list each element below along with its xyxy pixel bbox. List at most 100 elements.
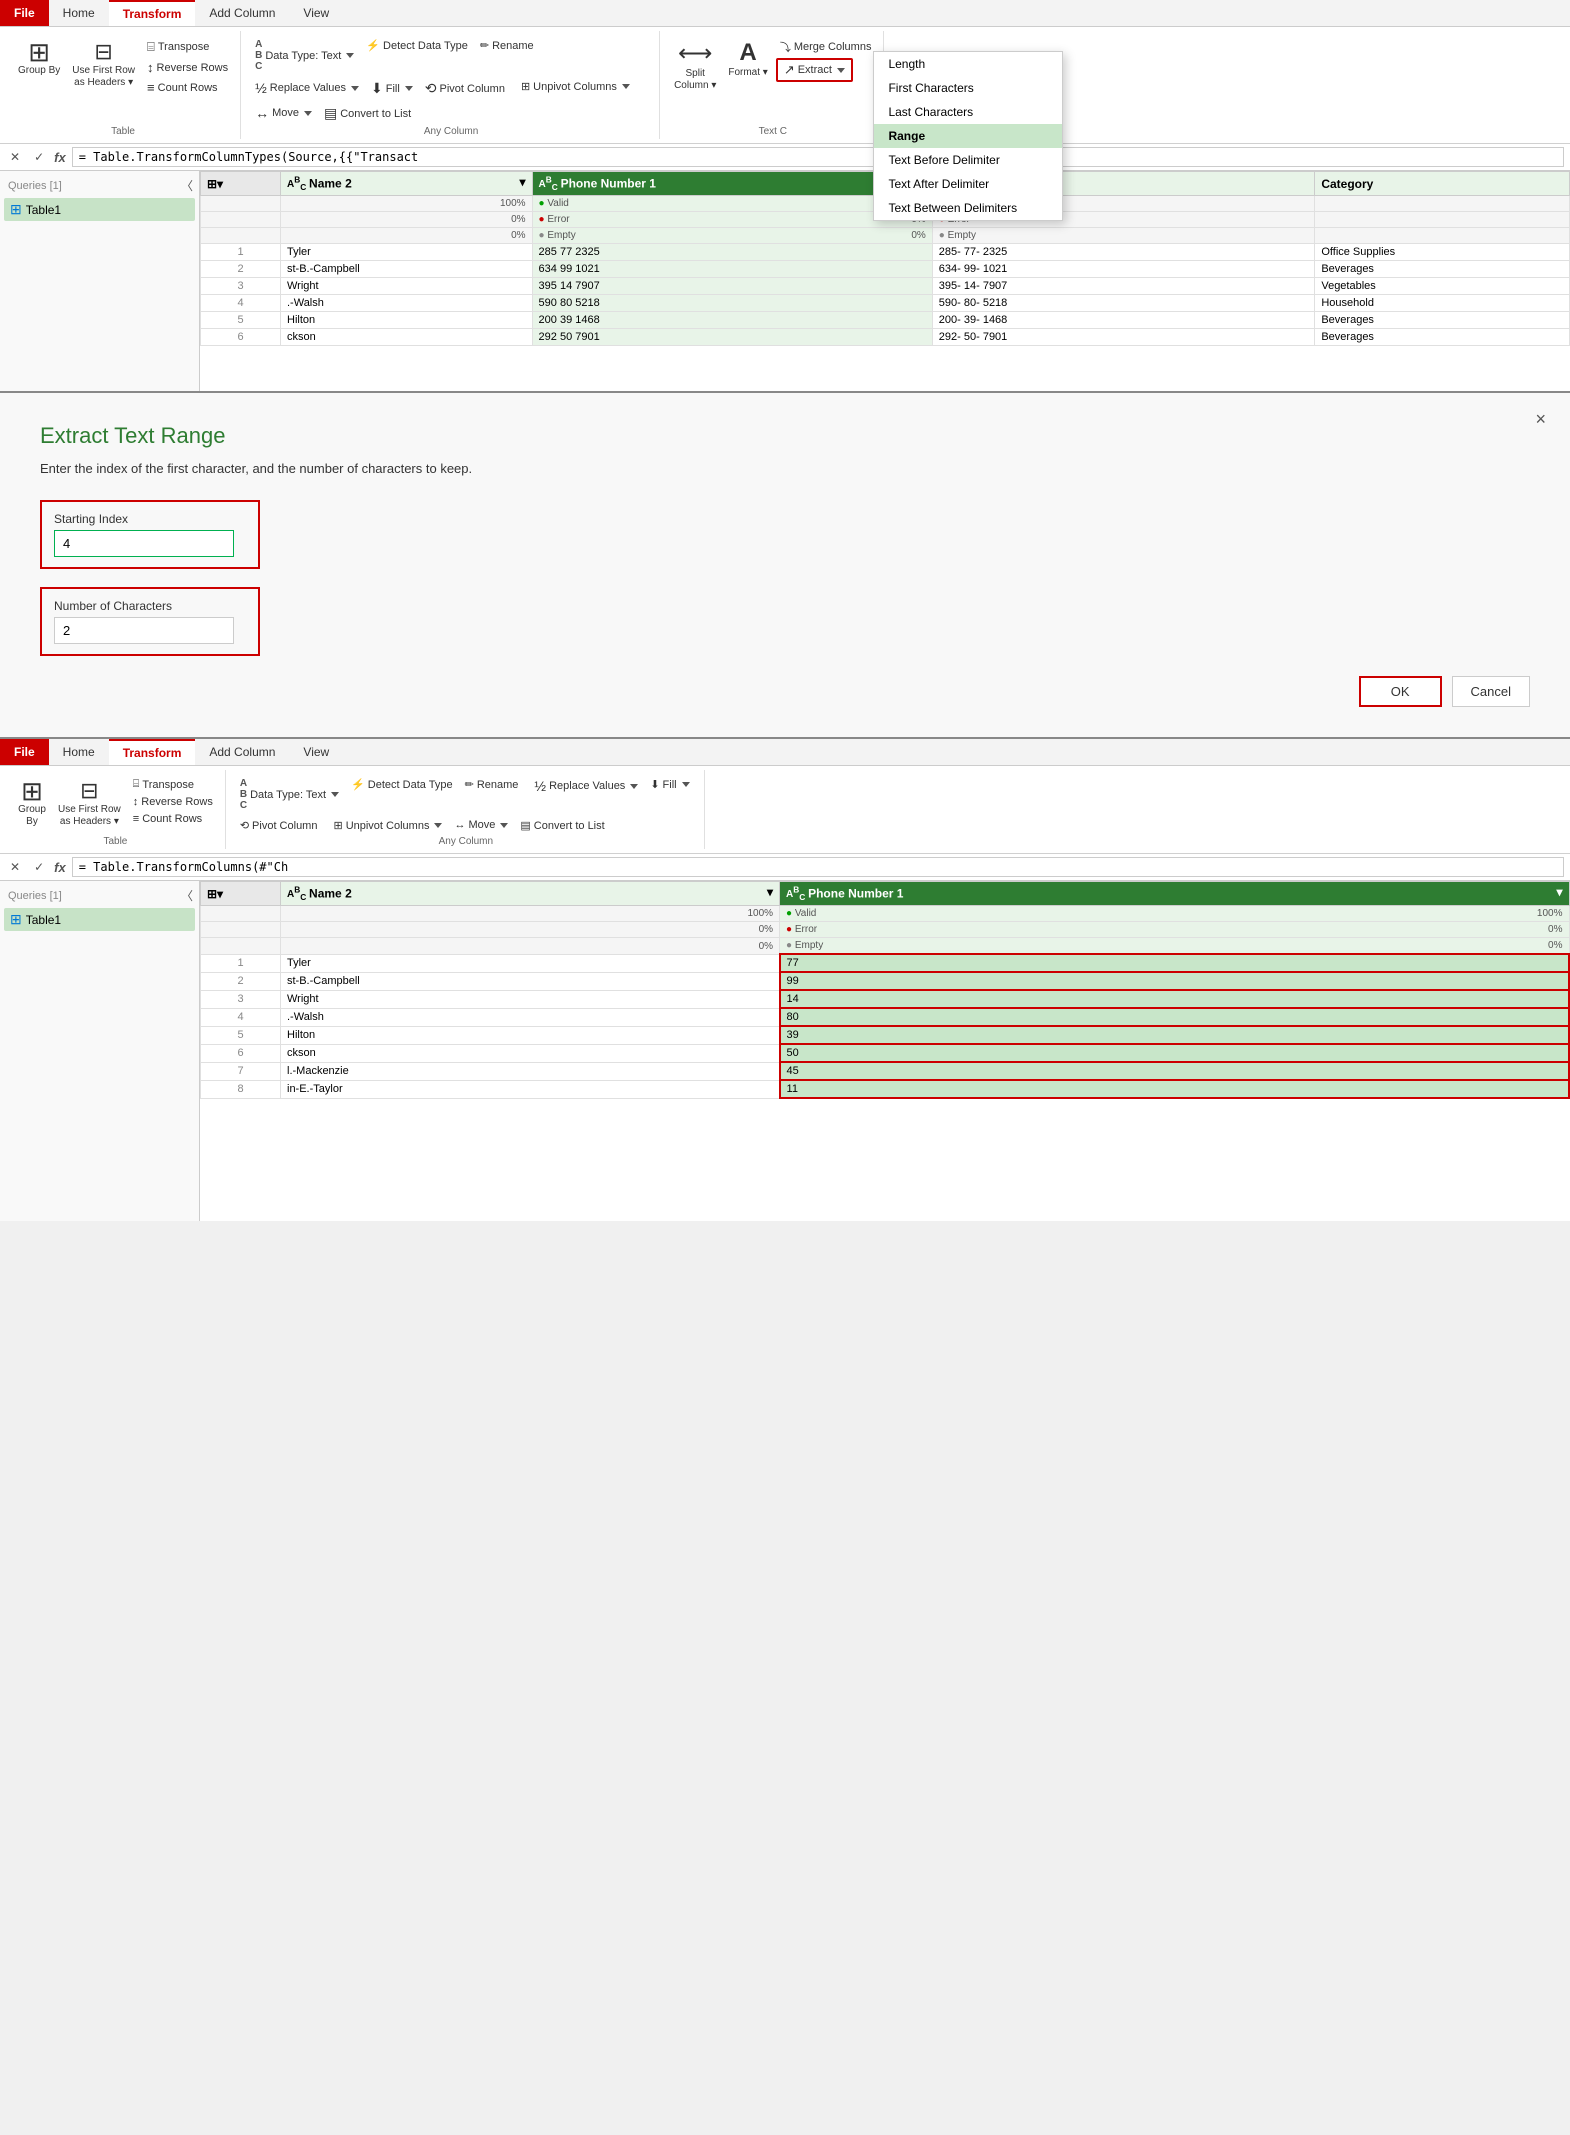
tab-home-bottom[interactable]: Home bbox=[49, 739, 109, 765]
ribbon-group-textcol-top: ⟷ SplitColumn ▾ A Format ▾ ⤵ Merge Colum… bbox=[662, 31, 884, 139]
group-by-button-top[interactable]: ⊞ Group By bbox=[14, 37, 64, 79]
formula-cancel-btn-top[interactable]: ✕ bbox=[6, 149, 24, 165]
dialog-ok-button[interactable]: OK bbox=[1359, 676, 1442, 707]
tab-home-top[interactable]: Home bbox=[49, 0, 109, 26]
tab-view-top[interactable]: View bbox=[289, 0, 343, 26]
fill-button-top[interactable]: ⬇ Fill bbox=[367, 78, 417, 99]
convert-list-button-bottom[interactable]: ▤ Convert to List bbox=[516, 817, 608, 834]
tab-view-bottom[interactable]: View bbox=[289, 739, 343, 765]
reverse-rows-label-top: Reverse Rows bbox=[157, 62, 229, 74]
col-header-name2-top[interactable]: ABC Name 2 ▾ bbox=[281, 172, 533, 196]
tab-addcol-top[interactable]: Add Column bbox=[195, 0, 289, 26]
count-rows-button-bottom[interactable]: ≡ Count Rows bbox=[129, 811, 206, 827]
reverse-rows-button-bottom[interactable]: ↕ Reverse Rows bbox=[129, 794, 217, 810]
table-row: 2 st-B.-Campbell 99 bbox=[201, 972, 1570, 990]
use-first-row-button-top[interactable]: ⊟ Use First Rowas Headers ▾ bbox=[68, 37, 139, 91]
merge-columns-button-top[interactable]: ⤵ Merge Columns bbox=[776, 37, 876, 57]
starting-index-input[interactable] bbox=[54, 530, 234, 557]
menu-range[interactable]: Range bbox=[874, 124, 1062, 148]
convert-list-button-top[interactable]: ▤ Convert to List bbox=[320, 103, 415, 124]
table1-icon-bottom: ⊞ bbox=[10, 911, 22, 928]
menu-text-after[interactable]: Text After Delimiter bbox=[874, 172, 1062, 196]
group-by-label-bottom: GroupBy bbox=[18, 804, 46, 828]
replace-values-button-bottom[interactable]: ½ Replace Values bbox=[530, 776, 642, 796]
rename-button-bottom[interactable]: ✏ Rename bbox=[461, 776, 523, 793]
use-first-row-icon-bottom: ⊟ bbox=[80, 778, 98, 804]
reverse-rows-button-top[interactable]: ↕ Reverse Rows bbox=[143, 58, 232, 77]
format-button-top[interactable]: A Format ▾ bbox=[724, 37, 771, 81]
table-group-buttons-bottom: ⊞ GroupBy ⊟ Use First Rowas Headers ▾ ⌸ … bbox=[14, 772, 217, 834]
menu-first-chars[interactable]: First Characters bbox=[874, 76, 1062, 100]
replace-values-button-top[interactable]: ½ Replace Values bbox=[251, 78, 363, 98]
col-header-name2-bottom[interactable]: ABC Name 2 ▾ bbox=[281, 882, 780, 906]
col-header-phone1-top[interactable]: ABC Phone Number 1 ▾ bbox=[532, 172, 932, 196]
tab-file-top[interactable]: File bbox=[0, 0, 49, 26]
transpose-button-top[interactable]: ⌸ Transpose bbox=[143, 37, 213, 57]
query-table1-top[interactable]: ⊞ Table1 bbox=[4, 198, 195, 221]
textcol-group-label-top: Text C bbox=[759, 124, 787, 137]
menu-text-before[interactable]: Text Before Delimiter bbox=[874, 148, 1062, 172]
anycolumn-group-buttons-top: ABC Data Type: Text ⚡ Detect Data Type ✏… bbox=[251, 33, 651, 124]
menu-last-chars[interactable]: Last Characters bbox=[874, 100, 1062, 124]
move-button-top[interactable]: ↔ Move bbox=[251, 103, 316, 123]
count-rows-icon-top: ≡ bbox=[147, 80, 155, 95]
col-header-phone1-bottom[interactable]: ABC Phone Number 1 ▾ bbox=[780, 882, 1569, 906]
unpivot-button-bottom[interactable]: ⊞ Unpivot Columns bbox=[329, 817, 446, 834]
move-icon-bottom: ↔ bbox=[454, 819, 465, 831]
detect-type-label-top: Detect Data Type bbox=[383, 40, 468, 52]
rename-button-top[interactable]: ✏ Rename bbox=[476, 37, 538, 54]
formula-input-bottom[interactable] bbox=[72, 857, 1564, 877]
formula-input-top[interactable] bbox=[72, 147, 1564, 167]
fill-button-bottom[interactable]: ⬇ Fill bbox=[646, 776, 693, 793]
dialog-cancel-button[interactable]: Cancel bbox=[1452, 676, 1530, 707]
quality-row-error-bottom: 0% ● Error 0% bbox=[201, 922, 1570, 938]
tab-transform-top[interactable]: Transform bbox=[109, 0, 196, 26]
pivot-column-button-top[interactable]: ⟲ Pivot Column bbox=[421, 78, 509, 99]
dialog-close-button[interactable]: × bbox=[1535, 409, 1546, 430]
anycolumn-group-label-top: Any Column bbox=[424, 124, 478, 137]
data-type-button-top[interactable]: ABC Data Type: Text bbox=[251, 37, 358, 74]
tab-transform-bottom[interactable]: Transform bbox=[109, 739, 196, 765]
tab-addcol-bottom[interactable]: Add Column bbox=[195, 739, 289, 765]
panel-collapse-btn-bottom[interactable]: 〈 bbox=[179, 885, 195, 906]
count-rows-button-top[interactable]: ≡ Count Rows bbox=[143, 78, 222, 97]
query-table1-bottom[interactable]: ⊞ Table1 bbox=[4, 908, 195, 931]
extract-dropdown-menu: Length First Characters Last Characters … bbox=[873, 51, 1063, 221]
panel-collapse-btn-top[interactable]: 〈 bbox=[179, 175, 195, 196]
unpivot-button-top[interactable]: ⊞ Unpivot Columns bbox=[517, 78, 634, 95]
menu-length[interactable]: Length bbox=[874, 52, 1062, 76]
move-button-bottom[interactable]: ↔ Move bbox=[450, 817, 512, 833]
split-column-button-top[interactable]: ⟷ SplitColumn ▾ bbox=[670, 37, 720, 94]
extract-button-top[interactable]: ↗ Extract bbox=[776, 58, 853, 82]
data-grid-bottom: ⊞▾ ABC Name 2 ▾ ABC Phone Number 1 ▾ bbox=[200, 881, 1570, 1099]
detect-type-button-top[interactable]: ⚡ Detect Data Type bbox=[362, 37, 472, 54]
transpose-button-bottom[interactable]: ⌸ Transpose bbox=[129, 776, 198, 793]
move-arrow-bottom bbox=[500, 823, 508, 828]
group-by-button-bottom[interactable]: ⊞ GroupBy bbox=[14, 776, 50, 830]
pivot-column-button-bottom[interactable]: ⟲ Pivot Column bbox=[236, 817, 322, 834]
data-grid-container-bottom: ⊞▾ ABC Name 2 ▾ ABC Phone Number 1 ▾ bbox=[200, 881, 1570, 1221]
rename-icon-bottom: ✏ bbox=[465, 778, 474, 791]
format-label-top: Format ▾ bbox=[728, 67, 767, 79]
col-header-category-top[interactable]: Category bbox=[1315, 172, 1570, 196]
textcol-small-btns: ⤵ Merge Columns ↗ Extract bbox=[776, 37, 876, 82]
formula-fx-label-top: fx bbox=[54, 150, 66, 165]
use-first-row-button-bottom[interactable]: ⊟ Use First Rowas Headers ▾ bbox=[54, 776, 125, 830]
formula-confirm-btn-top[interactable]: ✓ bbox=[30, 149, 48, 165]
table1-label-top: Table1 bbox=[26, 203, 61, 217]
formula-cancel-btn-bottom[interactable]: ✕ bbox=[6, 859, 24, 875]
menu-text-between[interactable]: Text Between Delimiters bbox=[874, 196, 1062, 220]
tab-file-bottom[interactable]: File bbox=[0, 739, 49, 765]
num-chars-input[interactable] bbox=[54, 617, 234, 644]
queries-title-bottom: Queries [1] bbox=[4, 888, 66, 904]
data-type-icon-top: ABC bbox=[255, 39, 262, 72]
detect-type-icon-top: ⚡ bbox=[366, 39, 380, 52]
convert-list-label-bottom: Convert to List bbox=[534, 820, 605, 832]
grid-corner-bottom: ⊞▾ bbox=[201, 882, 281, 906]
detect-type-button-bottom[interactable]: ⚡ Detect Data Type bbox=[347, 776, 457, 793]
data-type-button-bottom[interactable]: ABC Data Type: Text bbox=[236, 776, 343, 813]
formula-confirm-btn-bottom[interactable]: ✓ bbox=[30, 859, 48, 875]
replace-values-arrow-top bbox=[351, 86, 359, 91]
rename-label-bottom: Rename bbox=[477, 779, 519, 791]
reverse-rows-label-bottom: Reverse Rows bbox=[141, 796, 213, 808]
